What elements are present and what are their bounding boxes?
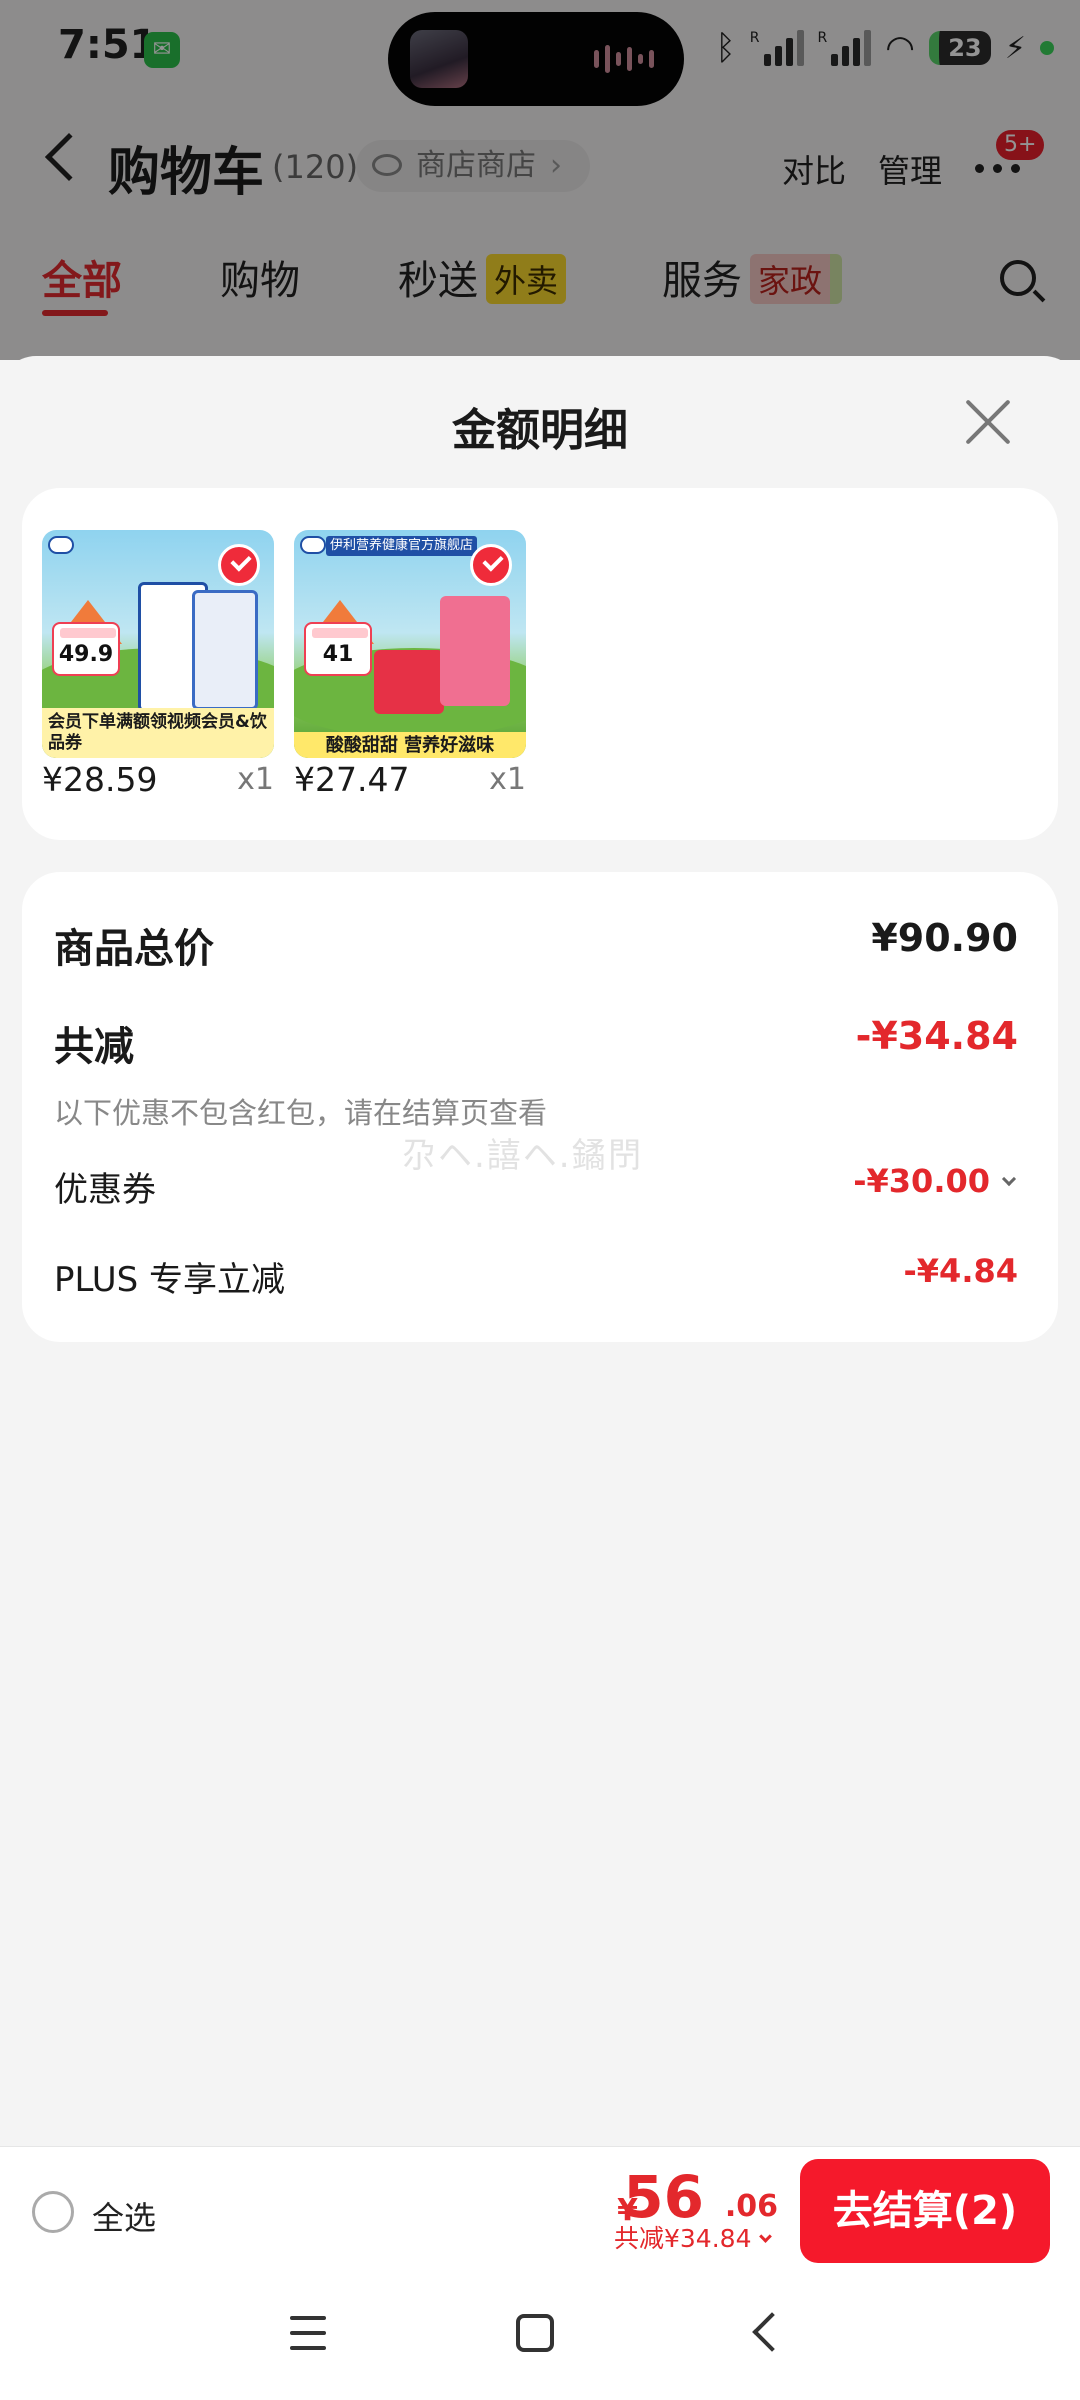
chevron-down-icon bbox=[759, 2230, 773, 2243]
total-price-value: ¥90.90 bbox=[871, 916, 1018, 960]
select-all-checkbox[interactable] bbox=[32, 2191, 74, 2233]
plus-discount-label: PLUS 专享立减 bbox=[54, 1260, 286, 1300]
checkout-button[interactable]: 去结算(2) bbox=[800, 2159, 1050, 2263]
promo-price-badge: 41 bbox=[304, 622, 372, 676]
sheet-title: 金额明细 bbox=[452, 405, 628, 456]
checked-icon bbox=[218, 544, 260, 586]
product-image: 伊利营养健康官方旗舰店 41 酸酸甜甜 营养好滋味 bbox=[294, 530, 526, 758]
discount-value: -¥34.84 bbox=[855, 1014, 1018, 1058]
checked-icon bbox=[470, 544, 512, 586]
select-all-label[interactable]: 全选 bbox=[92, 2193, 156, 2239]
brand-logo bbox=[48, 536, 74, 554]
home-icon[interactable] bbox=[516, 2314, 554, 2352]
store-name-strip: 伊利营养健康官方旗舰店 bbox=[326, 536, 478, 556]
checkout-bar: 全选 ¥ 56 .06 共减¥34.84 去结算(2) bbox=[0, 2146, 1080, 2274]
coupon-value-wrap: -¥30.00 bbox=[853, 1162, 1017, 1200]
modal-overlay[interactable] bbox=[0, 0, 1080, 360]
product-quantity: x1 bbox=[237, 762, 274, 797]
recent-apps-icon[interactable] bbox=[290, 2316, 326, 2350]
discount-note: 以下优惠不包含红包，请在结算页查看 bbox=[54, 1096, 548, 1130]
coupon-value: -¥30.00 bbox=[853, 1162, 990, 1200]
promo-price-badge: 49.9 bbox=[52, 622, 120, 676]
product-price: ¥27.47 bbox=[294, 760, 410, 799]
brand-logo bbox=[300, 536, 326, 554]
close-icon[interactable] bbox=[962, 396, 1014, 448]
product-banner: 酸酸甜甜 营养好滋味 bbox=[294, 732, 526, 758]
discount-label: 共减 bbox=[54, 1024, 134, 1070]
product-banner: 会员下单满额领视频会员&饮品券 bbox=[42, 708, 274, 758]
watermark-text: 尕ヘ.譆ヘ.鐍閅 bbox=[402, 1136, 644, 1176]
product-quantity: x1 bbox=[489, 762, 526, 797]
total-price-label: 商品总价 bbox=[54, 926, 214, 972]
system-nav-bar bbox=[0, 2274, 1080, 2400]
saved-amount: 共减¥34.84 bbox=[614, 2224, 752, 2253]
product-item[interactable]: 49.9 会员下单满额领视频会员&饮品券 ¥28.59 x1 bbox=[42, 530, 274, 799]
amount-details-sheet: 金额明细 49.9 会员下单满额领视频会员&饮品券 ¥28.59 x1 伊利营养… bbox=[0, 356, 1080, 2146]
product-item[interactable]: 伊利营养健康官方旗舰店 41 酸酸甜甜 营养好滋味 ¥27.47 x1 bbox=[294, 530, 526, 799]
price-summary-card: 商品总价 ¥90.90 共减 -¥34.84 以下优惠不包含红包，请在结算页查看… bbox=[22, 872, 1058, 1342]
plus-discount-value: -¥4.84 bbox=[903, 1252, 1019, 1290]
back-nav-icon[interactable] bbox=[752, 2312, 792, 2352]
product-image: 49.9 会员下单满额领视频会员&饮品券 bbox=[42, 530, 274, 758]
chevron-down-icon[interactable] bbox=[1001, 1171, 1017, 1187]
saved-amount-toggle[interactable]: 共减¥34.84 bbox=[614, 2219, 773, 2255]
coupon-label: 优惠券 bbox=[54, 1170, 156, 1210]
product-price: ¥28.59 bbox=[42, 760, 158, 799]
selected-products-card: 49.9 会员下单满额领视频会员&饮品券 ¥28.59 x1 伊利营养健康官方旗… bbox=[22, 488, 1058, 840]
